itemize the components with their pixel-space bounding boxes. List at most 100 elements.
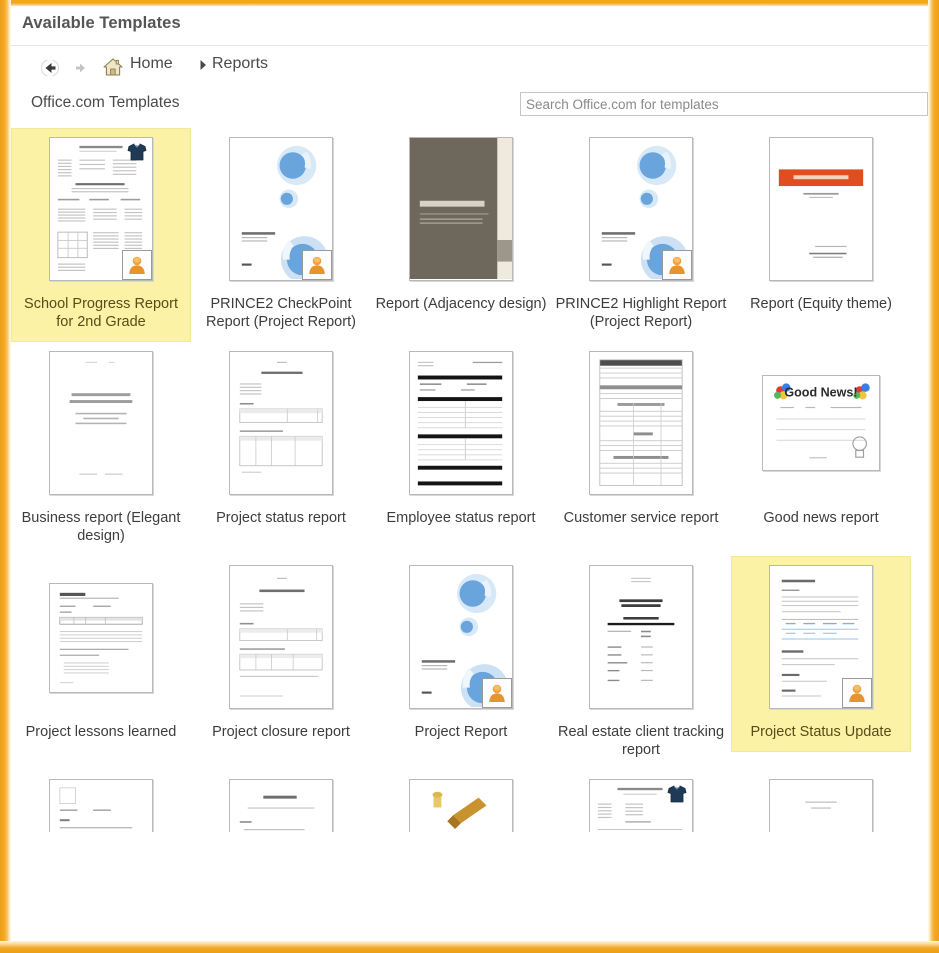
shirt-glyph xyxy=(127,143,147,161)
home-icon-glyph xyxy=(103,58,123,76)
template-tile[interactable] xyxy=(371,770,551,832)
template-thumbnail xyxy=(402,137,520,287)
template-thumbnail xyxy=(42,351,160,501)
thumbnail-page xyxy=(589,779,693,832)
chevron-right-glyph xyxy=(200,60,206,70)
user-badge-glyph xyxy=(669,256,685,274)
user-badge-glyph xyxy=(309,256,325,274)
template-tile[interactable]: Real estate client tracking report xyxy=(551,556,731,770)
home-icon[interactable] xyxy=(102,57,124,77)
shirt-icon xyxy=(127,143,147,161)
thumbnail-artwork xyxy=(410,352,512,494)
window-frame-bottom xyxy=(0,941,939,953)
shirt-icon xyxy=(667,785,687,803)
back-arrow-icon[interactable] xyxy=(37,55,63,81)
thumbnail-artwork xyxy=(590,352,692,494)
user-badge-icon xyxy=(662,250,692,280)
template-tile[interactable]: Business report (Elegant design) xyxy=(11,342,191,556)
template-thumbnail xyxy=(402,351,520,501)
template-label: PRINCE2 CheckPoint Report (Project Repor… xyxy=(206,296,356,330)
user-badge-glyph xyxy=(489,684,505,702)
thumbnail-page xyxy=(49,351,153,495)
breadcrumb-item-home[interactable]: Home xyxy=(130,55,173,73)
template-thumbnail xyxy=(222,565,340,715)
thumbnail-page xyxy=(409,565,513,709)
template-label: Project status report xyxy=(216,510,346,526)
template-tile[interactable]: Project Status Update xyxy=(731,556,911,752)
section-title: Office.com Templates xyxy=(31,94,180,111)
template-thumbnail xyxy=(42,565,160,715)
svg-text:Good News!: Good News! xyxy=(784,385,857,399)
chevron-right-icon xyxy=(198,58,208,77)
template-label: Project Status Update xyxy=(750,724,892,740)
user-badge-glyph xyxy=(129,256,145,274)
user-badge-icon xyxy=(842,678,872,708)
forward-arrow-glyph xyxy=(76,63,85,73)
search-input[interactable] xyxy=(520,92,928,116)
user-badge-icon xyxy=(122,250,152,280)
template-tile[interactable]: Report (Equity theme) xyxy=(731,128,911,324)
template-tile[interactable]: Project Report xyxy=(371,556,551,752)
template-thumbnail xyxy=(222,351,340,501)
thumbnail-artwork xyxy=(50,352,152,494)
forward-arrow-icon[interactable] xyxy=(68,55,94,81)
shirt-glyph xyxy=(667,785,687,803)
thumbnail-artwork xyxy=(410,138,512,280)
template-thumbnail xyxy=(582,779,700,832)
user-badge-icon xyxy=(302,250,332,280)
template-tile[interactable]: School Progress Report for 2nd Grade xyxy=(11,128,191,342)
template-tile[interactable] xyxy=(11,770,191,832)
template-label: Report (Equity theme) xyxy=(750,296,892,312)
template-tile[interactable]: Employee status report xyxy=(371,342,551,538)
thumbnail-page xyxy=(49,583,153,693)
thumbnail-page xyxy=(769,779,873,832)
thumbnail-page xyxy=(409,779,513,832)
template-tile[interactable]: Project lessons learned xyxy=(11,556,191,752)
thumbnail-artwork: Good News! xyxy=(763,376,879,469)
template-thumbnail xyxy=(42,779,160,832)
thumbnail-page xyxy=(49,779,153,832)
template-tile[interactable]: Customer service report xyxy=(551,342,731,538)
thumbnail-page xyxy=(589,351,693,495)
template-thumbnail xyxy=(762,137,880,287)
template-tile[interactable]: Project status report xyxy=(191,342,371,538)
back-arrow-glyph xyxy=(41,60,59,76)
thumbnail-page xyxy=(589,137,693,281)
template-tile[interactable]: Good News! Good news report xyxy=(731,342,911,538)
template-label: School Progress Report for 2nd Grade xyxy=(24,296,178,330)
section-bar: Office.com Templates xyxy=(11,88,928,128)
template-label: Real estate client tracking report xyxy=(557,724,725,758)
thumbnail-page xyxy=(229,137,333,281)
template-row xyxy=(11,770,928,832)
template-tile[interactable] xyxy=(191,770,371,832)
template-row-partial xyxy=(11,770,928,832)
template-label: Project Report xyxy=(414,724,508,740)
thumbnail-artwork xyxy=(50,780,152,832)
thumbnail-page xyxy=(409,137,513,281)
template-tile[interactable]: Report (Adjacency design) xyxy=(371,128,551,324)
user-badge-icon xyxy=(482,678,512,708)
thumbnail-page xyxy=(229,779,333,832)
template-tile[interactable]: PRINCE2 Highlight Report (Project Report… xyxy=(551,128,731,342)
content-pane: Available Templates Home Reports Office.… xyxy=(11,6,928,941)
breadcrumb-item-reports[interactable]: Reports xyxy=(212,55,268,73)
user-badge-glyph xyxy=(849,684,865,702)
thumbnail-artwork xyxy=(230,352,332,494)
template-label: PRINCE2 Highlight Report (Project Report… xyxy=(555,296,727,330)
template-label: Project closure report xyxy=(212,724,350,740)
template-tile[interactable]: PRINCE2 CheckPoint Report (Project Repor… xyxy=(191,128,371,342)
thumbnail-page xyxy=(229,351,333,495)
template-label: Employee status report xyxy=(386,510,536,526)
template-tile[interactable]: Project closure report xyxy=(191,556,371,752)
template-thumbnail xyxy=(582,137,700,287)
thumbnail-page: Good News! xyxy=(762,375,880,471)
thumbnail-artwork xyxy=(50,584,152,692)
template-thumbnail xyxy=(762,779,880,832)
thumbnail-artwork xyxy=(230,566,332,708)
thumbnail-page xyxy=(769,565,873,709)
template-label: Business report (Elegant design) xyxy=(21,510,181,544)
template-tile[interactable] xyxy=(731,770,911,832)
thumbnail-artwork xyxy=(230,780,332,832)
thumbnail-page xyxy=(589,565,693,709)
template-tile[interactable] xyxy=(551,770,731,832)
